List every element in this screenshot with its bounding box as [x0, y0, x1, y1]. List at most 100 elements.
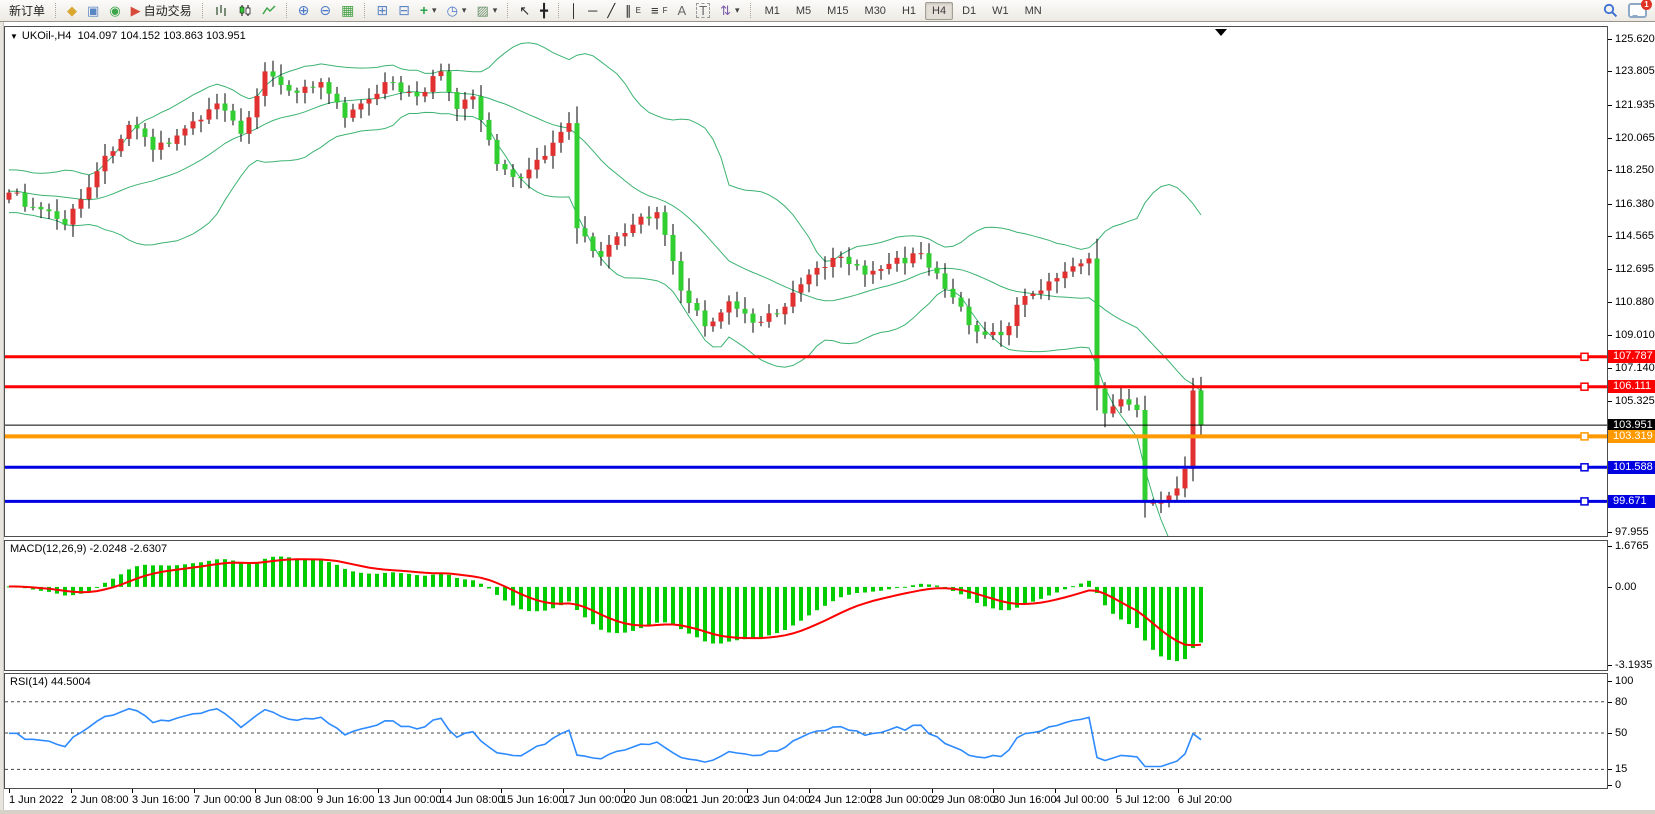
timeframe-m1[interactable]: M1	[758, 2, 787, 20]
symbol-dropdown-icon[interactable]: ▼	[10, 32, 18, 41]
candle-chart-button[interactable]	[233, 2, 257, 19]
bar-chart-icon	[214, 4, 228, 17]
price-chart-canvas[interactable]	[5, 27, 1607, 536]
line-handle[interactable]	[1581, 498, 1588, 505]
macd-histogram-bar	[663, 587, 667, 623]
macd-histogram-bar	[567, 587, 571, 602]
rsi-label: RSI(14) 44.5004	[10, 676, 91, 688]
indicator-window-add-button[interactable]: ⊞	[371, 2, 393, 19]
rsi-panel[interactable]: RSI(14) 44.5004	[4, 673, 1608, 789]
zoom-in-button[interactable]: ⊕	[293, 2, 315, 19]
signals-button[interactable]: ◉	[104, 2, 125, 19]
candle-body	[15, 193, 20, 194]
macd-histogram-bar	[327, 562, 331, 587]
candle-body	[671, 235, 676, 261]
text-tool-button[interactable]: A	[673, 2, 692, 19]
candle-body	[479, 96, 484, 120]
timeframe-m15[interactable]: M15	[820, 2, 855, 20]
bar-chart-button[interactable]	[209, 2, 233, 19]
candle-body	[287, 85, 292, 91]
toolbar-separator	[286, 3, 288, 18]
price-axis[interactable]: 125.620123.805121.935120.065118.250116.3…	[1608, 26, 1655, 537]
fibonacci-sub-label: F	[663, 6, 668, 15]
timeframe-m30[interactable]: M30	[858, 2, 893, 20]
macd-histogram-bar	[607, 587, 611, 633]
horizontal-line-tool-button[interactable]: ─	[583, 2, 602, 19]
rsi-axis-tick	[1608, 733, 1612, 734]
price-axis-tick	[1608, 204, 1612, 205]
chart-shift-marker-icon[interactable]	[1215, 29, 1227, 36]
macd-histogram-bar	[135, 566, 139, 587]
macd-histogram-bar	[1135, 587, 1139, 628]
terminal-icon: ▣	[87, 4, 99, 17]
time-axis-label: 9 Jun 16:00	[317, 794, 375, 806]
macd-panel[interactable]: MACD(12,26,9) -2.0248 -2.6307	[4, 540, 1608, 671]
timeframe-h1[interactable]: H1	[895, 2, 923, 20]
candle-body	[503, 164, 508, 169]
text-label-tool-button[interactable]: T	[691, 1, 715, 20]
time-axis-label: 5 Jul 12:00	[1116, 794, 1170, 806]
candle-body	[431, 76, 436, 92]
fibonacci-tool-button[interactable]: ≡ F	[646, 2, 672, 19]
time-axis-label: 21 Jun 20:00	[686, 794, 750, 806]
macd-histogram-bar	[359, 573, 363, 587]
macd-histogram-bar	[839, 587, 843, 597]
channel-tool-button[interactable]: ∥ E	[620, 2, 646, 19]
template-button[interactable]: ▨ ▾	[471, 2, 502, 19]
periods-button[interactable]: ◷ ▾	[442, 2, 472, 19]
arrows-tool-button[interactable]: ⇅ ▾	[715, 2, 744, 19]
macd-histogram-bar	[847, 587, 851, 595]
toolbar-separator	[202, 3, 204, 18]
search-icon[interactable]	[1603, 3, 1618, 18]
line-chart-button[interactable]	[257, 2, 281, 19]
macd-histogram-bar	[735, 587, 739, 640]
line-handle[interactable]	[1581, 383, 1588, 390]
time-axis-tick	[563, 789, 564, 793]
zoom-out-button[interactable]: ⊖	[314, 2, 336, 19]
candle-body	[39, 207, 44, 209]
vertical-line-tool-button[interactable]: │	[565, 2, 583, 19]
line-handle[interactable]	[1581, 353, 1588, 360]
line-handle[interactable]	[1581, 433, 1588, 440]
time-axis[interactable]: 1 Jun 20222 Jun 08:003 Jun 16:007 Jun 00…	[4, 789, 1608, 810]
timeframe-d1[interactable]: D1	[955, 2, 983, 20]
candle-body	[1095, 259, 1100, 389]
timeframe-h4[interactable]: H4	[925, 2, 953, 20]
candle-body	[263, 71, 268, 96]
terminal-button[interactable]: ▣	[82, 2, 104, 19]
price-axis-label: 114.565	[1615, 230, 1654, 242]
price-axis-label: 110.880	[1615, 296, 1654, 308]
timeframe-w1[interactable]: W1	[985, 2, 1016, 20]
time-axis-label: 13 Jun 00:00	[378, 794, 442, 806]
timeframe-group: M1M5M15M30H1H4D1W1MN	[757, 2, 1050, 20]
time-axis-tick	[194, 789, 195, 793]
timeframe-m5[interactable]: M5	[789, 2, 818, 20]
macd-canvas[interactable]	[5, 541, 1607, 670]
main-chart-panel[interactable]: ▼UKOil-,H4 104.097 104.152 103.863 103.9…	[4, 26, 1608, 537]
time-axis-label: 17 Jun 00:00	[563, 794, 627, 806]
add-indicator-button[interactable]: + ▾	[415, 2, 442, 19]
indicator-window-remove-button[interactable]: ⊟	[393, 2, 415, 19]
rsi-axis: 1008050150	[1608, 673, 1655, 789]
crosshair-tool-button[interactable]: ╋	[535, 2, 553, 19]
line-handle[interactable]	[1581, 464, 1588, 471]
macd-histogram-bar	[1167, 587, 1171, 660]
candle-body	[959, 298, 964, 307]
candle-body	[463, 100, 468, 109]
bollinger-lower-band	[9, 112, 1201, 536]
trendline-tool-button[interactable]: ╱	[602, 2, 620, 19]
price-axis-tick	[1608, 71, 1612, 72]
new-order-button[interactable]: 新订单	[4, 0, 50, 21]
auto-trading-button[interactable]: ▶ 自动交易	[126, 0, 197, 21]
market-watch-button[interactable]: ◆	[62, 2, 82, 19]
trading-terminal-window: 新订单 ◆ ▣ ◉ ▶ 自动交易 ⊕ ⊖	[0, 0, 1655, 814]
time-axis-label: 14 Jun 08:00	[440, 794, 504, 806]
cursor-tool-button[interactable]: ↖	[514, 2, 535, 19]
tile-windows-button[interactable]: ▦	[336, 2, 359, 19]
macd-histogram-bar	[679, 587, 683, 629]
timeframe-mn[interactable]: MN	[1018, 2, 1049, 20]
candle-body	[935, 268, 940, 274]
candle-body	[767, 313, 772, 322]
notifications-icon[interactable]: 1	[1628, 3, 1647, 18]
rsi-canvas[interactable]	[5, 674, 1607, 788]
